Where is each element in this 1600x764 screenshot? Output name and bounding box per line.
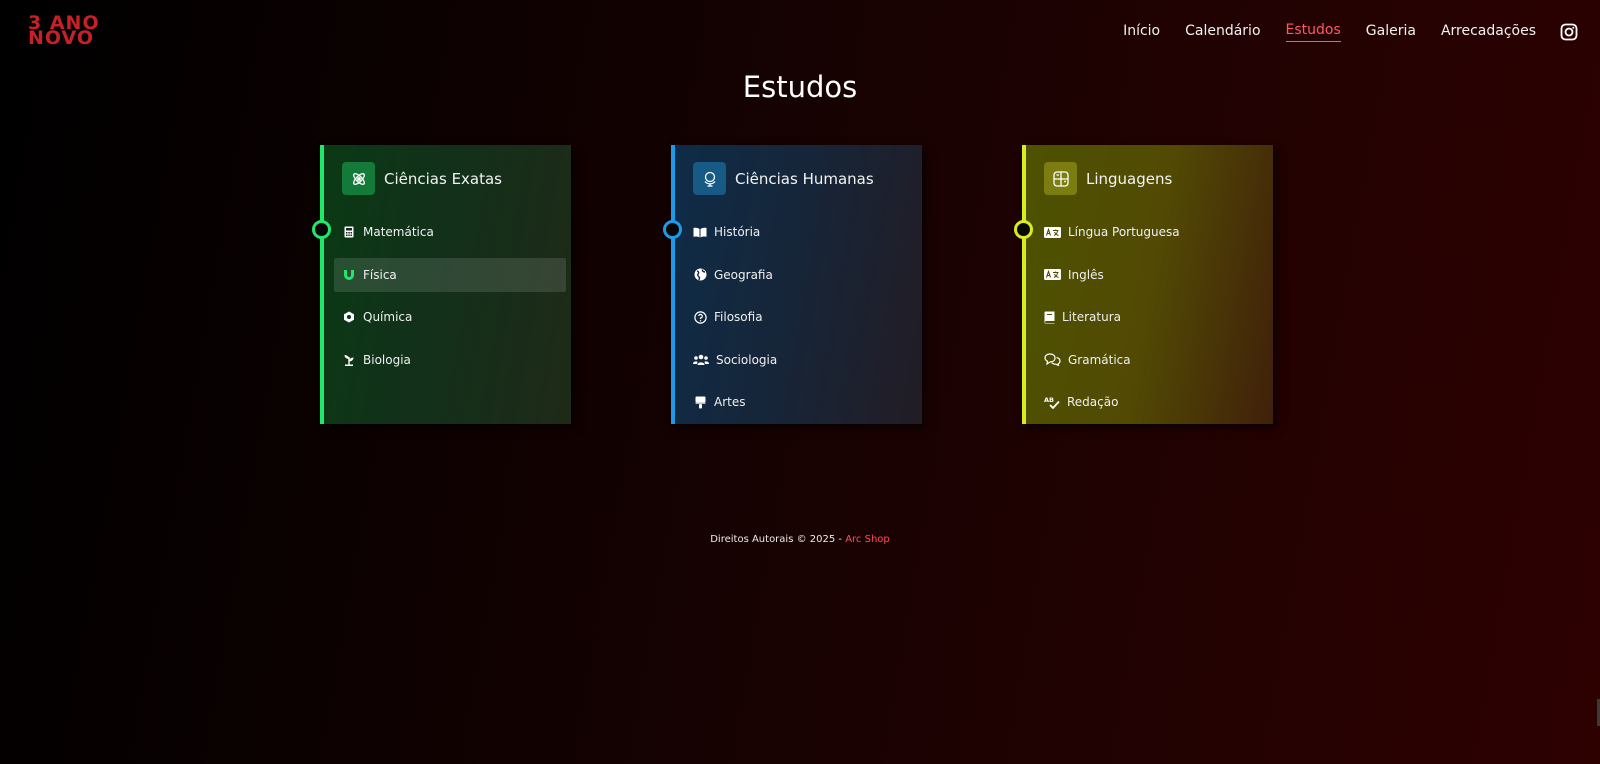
- subject-label: Matemática: [363, 225, 434, 239]
- card-title: Ciências Humanas: [735, 169, 874, 188]
- card-accent-bar: [671, 145, 675, 424]
- nav-estudos[interactable]: Estudos: [1285, 22, 1341, 42]
- card-ciencias-humanas: Ciências Humanas História Geografia Filo…: [663, 145, 922, 424]
- subject-fisica[interactable]: Física: [334, 257, 566, 292]
- timeline-node: [312, 220, 331, 239]
- subject-filosofia[interactable]: Filosofia: [685, 300, 917, 334]
- language-icon: [1044, 162, 1077, 195]
- people-group-icon: [693, 353, 709, 367]
- subject-ingles[interactable]: Inglês: [1036, 258, 1268, 292]
- question-circle-icon: [693, 310, 707, 324]
- hexagon-nut-icon: [342, 310, 356, 324]
- subject-label: Biologia: [363, 352, 411, 367]
- instagram-icon[interactable]: [1560, 23, 1578, 41]
- subject-gramatica[interactable]: Gramática: [1036, 343, 1268, 377]
- subject-sociologia[interactable]: Sociologia: [685, 343, 917, 377]
- subject-label: Literatura: [1062, 310, 1121, 324]
- timeline-node: [663, 220, 682, 239]
- svg-text:AB: AB: [1044, 396, 1054, 404]
- copyright-text: Direitos Autorais © 2025 -: [710, 534, 846, 545]
- site-logo[interactable]: 3 ANO NOVO: [28, 14, 100, 49]
- earth-icon: [693, 268, 707, 282]
- comments-icon: [1044, 353, 1061, 367]
- subject-label: História: [714, 225, 761, 239]
- nav-galeria[interactable]: Galeria: [1366, 23, 1416, 42]
- seedling-icon: [342, 353, 356, 367]
- subject-label: Sociologia: [716, 352, 778, 367]
- brand-link[interactable]: Arc Shop: [845, 534, 890, 545]
- main-nav: Início Calendário Estudos Galeria Arreca…: [1098, 22, 1578, 42]
- subject-label: Geografia: [714, 267, 773, 282]
- subject-quimica[interactable]: Química: [334, 300, 566, 334]
- subject-literatura[interactable]: Literatura: [1036, 300, 1268, 334]
- nav-arrecadacoes[interactable]: Arrecadações: [1441, 23, 1536, 42]
- paint-brush-icon: [693, 395, 707, 409]
- subject-label: Gramática: [1068, 352, 1131, 367]
- subject-historia[interactable]: História: [685, 215, 917, 249]
- subject-label: Artes: [714, 395, 746, 409]
- calculator-icon: [342, 225, 356, 239]
- open-book-icon: [693, 225, 707, 239]
- subject-label: Inglês: [1068, 267, 1104, 282]
- atom-icon: [342, 162, 375, 195]
- card-title: Linguagens: [1086, 169, 1173, 188]
- timeline-node: [1014, 220, 1033, 239]
- subject-label: Redação: [1067, 395, 1119, 409]
- spell-check-icon: AB: [1044, 395, 1060, 409]
- subject-biologia[interactable]: Biologia: [334, 343, 566, 377]
- globe-stand-icon: [693, 162, 726, 195]
- subject-matematica[interactable]: Matemática: [334, 215, 566, 249]
- card-accent-bar: [1022, 145, 1026, 424]
- nav-calendario[interactable]: Calendário: [1185, 23, 1260, 42]
- subject-label: Física: [363, 267, 397, 282]
- card-title: Ciências Exatas: [384, 169, 503, 188]
- subject-redacao[interactable]: AB Redação: [1036, 385, 1268, 419]
- language-card-icon: [1044, 225, 1061, 239]
- subject-label: Química: [363, 310, 413, 324]
- subject-lingua-portuguesa[interactable]: Língua Portuguesa: [1036, 215, 1268, 249]
- language-card-icon: [1044, 268, 1061, 282]
- subject-geografia[interactable]: Geografia: [685, 258, 917, 292]
- magnet-icon: [342, 268, 356, 282]
- nav-inicio[interactable]: Início: [1123, 23, 1160, 42]
- card-ciencias-exatas: Ciências Exatas Matemática Física Químic…: [312, 145, 571, 424]
- book-icon: [1044, 310, 1055, 324]
- subject-label: Língua Portuguesa: [1068, 225, 1180, 239]
- logo-line-2: NOVO: [28, 27, 95, 49]
- card-linguagens: Linguagens Língua Portuguesa Inglês Lite…: [1014, 145, 1273, 424]
- site-footer: Direitos Autorais © 2025 - Arc Shop: [0, 534, 1600, 545]
- card-accent-bar: [320, 145, 324, 424]
- page-title: Estudos: [742, 70, 858, 104]
- subject-label: Filosofia: [714, 310, 763, 324]
- subject-artes[interactable]: Artes: [685, 385, 917, 419]
